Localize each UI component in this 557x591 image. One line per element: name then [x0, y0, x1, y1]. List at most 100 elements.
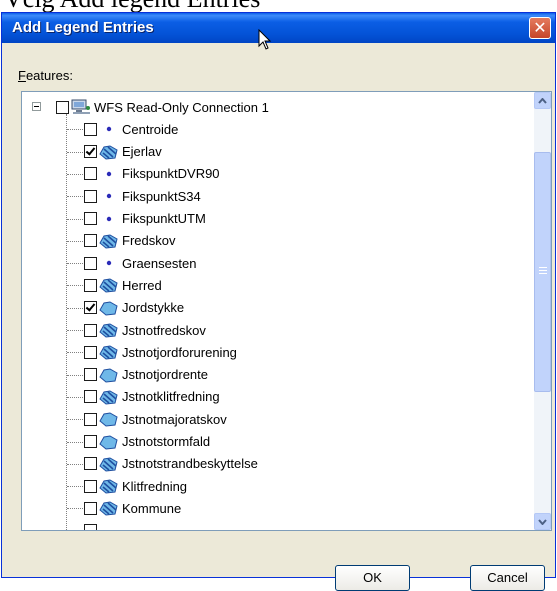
tree-connector-line [66, 114, 67, 530]
tree-item-label: Herred [122, 277, 162, 293]
checkbox-checked[interactable] [84, 301, 97, 315]
tree-item-label: FikspunktS34 [122, 188, 201, 204]
title-bar[interactable]: Add Legend Entries ✕ [2, 13, 555, 43]
close-icon: ✕ [533, 18, 547, 37]
tree-connector-line [67, 196, 83, 198]
tree-item-label: Jstnotmajoratskov [122, 411, 227, 427]
tree-item-label: Graensesten [122, 255, 197, 271]
tree-connector-line [67, 173, 83, 175]
tree-connector-line [67, 151, 83, 153]
tree-item-row[interactable]: Ejerlav [84, 141, 162, 163]
tree-connector-line [67, 240, 83, 242]
close-button[interactable]: ✕ [529, 17, 551, 39]
tree-item-row[interactable]: Jstnotmajoratskov [84, 408, 227, 430]
polygon-hatched-icon [99, 233, 119, 249]
tree-item-label: Centroide [122, 121, 179, 137]
polygon-icon [99, 411, 119, 427]
tree-root-row[interactable]: WFS Read-Only Connection 1 [56, 96, 269, 118]
scroll-up-button[interactable] [534, 92, 551, 109]
tree-item-row[interactable]: Centroide [84, 118, 178, 140]
collapse-toggle-icon[interactable] [32, 102, 41, 111]
tree-connector-line [67, 396, 83, 398]
chevron-down-icon [538, 518, 547, 525]
features-label: Features: [18, 68, 73, 83]
checkbox-unchecked[interactable] [84, 501, 97, 515]
checkbox-unchecked[interactable] [84, 524, 97, 530]
tree-item-row[interactable]: Herred [84, 274, 162, 296]
checkbox-unchecked[interactable] [84, 256, 97, 270]
checkbox-unchecked[interactable] [84, 345, 97, 359]
tree-item-row[interactable]: Jstnotfredskov [84, 319, 206, 341]
tree-item-row[interactable]: Jstnotjordforurening [84, 341, 237, 363]
tree-item-row[interactable]: FikspunktS34 [84, 185, 201, 207]
tree-item-row[interactable]: Graensesten [84, 252, 196, 274]
checkbox-unchecked[interactable] [84, 212, 97, 225]
tree-item-row-partial [84, 520, 97, 530]
checkbox-unchecked[interactable] [84, 167, 97, 181]
point-icon [99, 255, 119, 271]
polygon-hatched-icon [99, 500, 119, 516]
tree-item-label: Jstnotjordforurening [122, 344, 237, 360]
add-legend-entries-dialog: Add Legend Entries ✕ Features: WFS Read-… [1, 12, 556, 591]
vertical-scrollbar[interactable] [534, 92, 551, 530]
tree-item-row[interactable]: Kommune [84, 497, 181, 519]
tree-connector-line [67, 441, 83, 443]
point-icon [99, 188, 119, 204]
tree-connector-line [67, 307, 83, 309]
checkbox-unchecked[interactable] [84, 390, 97, 404]
checkbox-unchecked[interactable] [84, 234, 97, 248]
scroll-thumb[interactable] [534, 152, 551, 392]
chevron-up-icon [538, 97, 547, 104]
tree-item-row[interactable]: Jstnotjordrente [84, 364, 208, 386]
checkbox-unchecked[interactable] [84, 435, 97, 448]
checkbox-unchecked[interactable] [56, 100, 69, 114]
server-icon [71, 99, 91, 115]
tree-item-label: Jstnotstrandbeskyttelse [122, 456, 258, 472]
tree-item-row[interactable]: Jstnotstormfald [84, 431, 210, 453]
checkbox-unchecked[interactable] [84, 278, 97, 292]
tree-item-row[interactable]: FikspunktDVR90 [84, 163, 220, 185]
tree-item-label: Fredskov [122, 233, 176, 249]
checkbox-unchecked[interactable] [84, 479, 97, 493]
checkbox-checked[interactable] [84, 145, 97, 159]
tree-connector-line [67, 508, 83, 510]
tree-item-row[interactable]: Fredskov [84, 230, 175, 252]
checkbox-unchecked[interactable] [84, 122, 97, 136]
tree-item-label: Jstnotklitfredning [122, 389, 220, 405]
checkbox-unchecked[interactable] [84, 412, 97, 426]
tree-item-row[interactable]: Jstnotstrandbeskyttelse [84, 453, 258, 475]
polygon-icon [99, 434, 119, 450]
polygon-hatched-icon [99, 456, 119, 472]
point-icon [99, 166, 119, 182]
tree-item-label: WFS Read-Only Connection 1 [94, 99, 269, 115]
point-icon [99, 121, 119, 137]
tree-connector-line [67, 374, 83, 376]
point-icon [99, 211, 119, 227]
mouse-cursor-icon [258, 29, 272, 50]
tree-item-row[interactable]: Jordstykke [84, 297, 184, 319]
tree-connector-line [67, 352, 83, 354]
features-tree[interactable]: WFS Read-Only Connection 1 Centroide Ejerl… [21, 91, 552, 531]
tree-item-label: Klitfredning [122, 478, 188, 494]
tree-item-row[interactable]: Klitfredning [84, 475, 187, 497]
checkbox-unchecked[interactable] [84, 189, 97, 203]
ok-button[interactable]: OK [335, 565, 410, 591]
tree-item-label: FikspunktUTM [122, 211, 206, 226]
tree-item-label: Kommune [122, 500, 182, 516]
polygon-hatched-icon [99, 389, 119, 405]
polygon-hatched-icon [99, 478, 119, 494]
checkbox-unchecked[interactable] [84, 368, 97, 382]
checkbox-unchecked[interactable] [84, 457, 97, 471]
checkbox-unchecked[interactable] [84, 323, 97, 337]
tree-item-row[interactable]: FikspunktUTM [84, 208, 206, 230]
polygon-icon [99, 367, 119, 383]
tree-connector-line [67, 419, 83, 421]
tree-item-label: Jstnotfredskov [122, 322, 206, 338]
tree-item-label: Jstnotstormfald [122, 434, 211, 449]
tree-item-label: Jstnotjordrente [122, 367, 208, 383]
polygon-hatched-icon [99, 322, 119, 338]
scroll-down-button[interactable] [534, 513, 551, 530]
cancel-button[interactable]: Cancel [470, 565, 545, 591]
polygon-icon [99, 300, 119, 316]
tree-item-row[interactable]: Jstnotklitfredning [84, 386, 220, 408]
